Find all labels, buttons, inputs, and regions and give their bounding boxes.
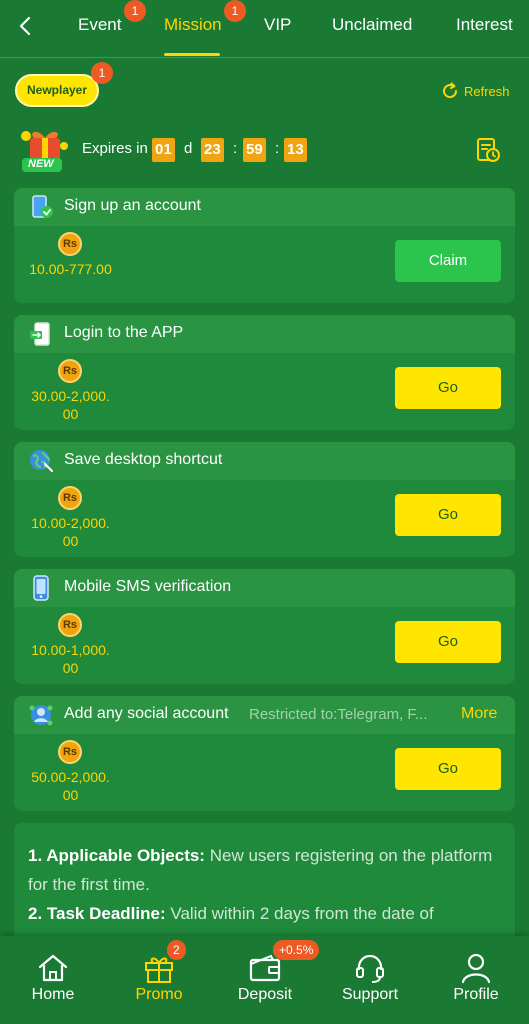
countdown-separator: : — [233, 140, 238, 157]
home-icon — [38, 954, 68, 982]
login-app-icon — [28, 321, 54, 347]
task-reward: 10.00-777.00 — [29, 261, 112, 277]
promo-badge: 2 — [167, 940, 186, 960]
go-button[interactable]: Go — [395, 367, 501, 409]
tab-mission-badge: 1 — [224, 0, 246, 22]
task-reward: 10.00-2,000.00 — [31, 515, 110, 549]
task-title: Save desktop shortcut — [64, 451, 223, 468]
rupee-coin-icon: Rs — [58, 232, 82, 256]
bottom-navigation: Home Promo 2 Deposit +0.5% Support Profi… — [0, 936, 529, 1024]
claim-button[interactable]: Claim — [395, 240, 501, 282]
nav-label: Promo — [135, 986, 183, 1003]
task-reward: 30.00-2,000.00 — [31, 388, 110, 422]
new-badge-text: NEW — [28, 158, 54, 170]
social-icon — [28, 702, 54, 728]
task-reward: 10.00-1,000.00 — [31, 642, 110, 676]
rupee-coin-icon: Rs — [58, 613, 82, 637]
history-button[interactable] — [474, 136, 502, 164]
globe-icon — [28, 448, 54, 474]
nav-label: Deposit — [237, 986, 293, 1003]
task-card-shortcut: Save desktop shortcut Rs 10.00-2,000.00 … — [14, 442, 515, 557]
task-reward: 50.00-2,000.00 — [31, 769, 110, 803]
go-button[interactable]: Go — [395, 494, 501, 536]
task-title: Mobile SMS verification — [64, 578, 232, 595]
nav-label: Home — [31, 986, 75, 1003]
tab-mission[interactable]: Mission — [164, 0, 222, 58]
history-icon — [477, 138, 500, 162]
newplayer-chip[interactable]: Newplayer — [15, 74, 99, 107]
rupee-coin-icon: Rs — [58, 740, 82, 764]
task-card-sms: Mobile SMS verification Rs 10.00-1,000.0… — [14, 569, 515, 684]
nav-label: Support — [341, 986, 399, 1003]
tab-label: Mission — [164, 15, 222, 34]
chevron-left-icon — [19, 16, 31, 36]
rule-heading: 2. Task Deadline: — [28, 904, 166, 923]
tab-event[interactable]: Event — [78, 0, 121, 58]
nav-profile[interactable]: Profile — [426, 936, 526, 1024]
headset-icon — [356, 954, 384, 983]
countdown-hours: 23 — [201, 138, 224, 162]
countdown-minutes: 59 — [243, 138, 266, 162]
back-button[interactable] — [12, 12, 40, 40]
tab-interest[interactable]: Interest — [456, 0, 513, 58]
top-tab-bar: Event 1 Mission 1 VIP Unclaimed Interest — [0, 0, 529, 58]
mobile-sms-icon — [28, 575, 54, 601]
task-card-signup: Sign up an account Rs 10.00-777.00 Claim — [14, 188, 515, 303]
tab-event-badge: 1 — [124, 0, 146, 22]
task-title: Login to the APP — [64, 324, 184, 341]
go-button[interactable]: Go — [395, 748, 501, 790]
task-card-login: Login to the APP Rs 30.00-2,000.00 Go — [14, 315, 515, 430]
new-gift-icon: NEW — [14, 124, 76, 176]
task-restriction-note: Restricted to:Telegram, F... — [249, 706, 428, 723]
user-icon — [461, 953, 491, 984]
nav-label: Profile — [453, 986, 499, 1003]
expires-label: Expires in — [82, 140, 148, 157]
nav-home[interactable]: Home — [3, 936, 103, 1024]
tab-label: VIP — [264, 15, 292, 34]
countdown-days: 01 — [152, 138, 175, 162]
rule-heading: 1. Applicable Objects: — [28, 846, 205, 865]
rupee-coin-icon: Rs — [58, 486, 82, 510]
countdown-seconds: 13 — [284, 138, 307, 162]
active-tab-indicator — [164, 53, 220, 56]
newplayer-badge: 1 — [91, 62, 113, 84]
task-card-social: Add any social account Restricted to:Tel… — [14, 696, 515, 811]
tab-vip[interactable]: VIP — [264, 0, 291, 58]
nav-promo[interactable]: Promo — [109, 936, 209, 1024]
task-title: Add any social account — [64, 705, 229, 722]
deposit-bonus-badge: +0.5% — [273, 940, 320, 960]
tab-label: Unclaimed — [332, 15, 413, 34]
tab-label: Interest — [456, 15, 513, 34]
rule-item: 1. Applicable Objects: New users registe… — [28, 841, 501, 899]
countdown-day-unit: d — [184, 140, 193, 157]
refresh-button[interactable]: Refresh — [440, 80, 510, 102]
go-button[interactable]: Go — [395, 621, 501, 663]
nav-support[interactable]: Support — [320, 936, 420, 1024]
countdown-separator: : — [275, 140, 280, 157]
tab-label: Event — [78, 15, 122, 34]
task-title: Sign up an account — [64, 197, 201, 214]
more-link[interactable]: More — [461, 705, 497, 723]
phone-check-icon — [28, 194, 54, 220]
rupee-coin-icon: Rs — [58, 359, 82, 383]
refresh-icon — [443, 82, 458, 99]
refresh-label: Refresh — [464, 83, 510, 99]
tab-unclaimed[interactable]: Unclaimed — [332, 0, 412, 58]
